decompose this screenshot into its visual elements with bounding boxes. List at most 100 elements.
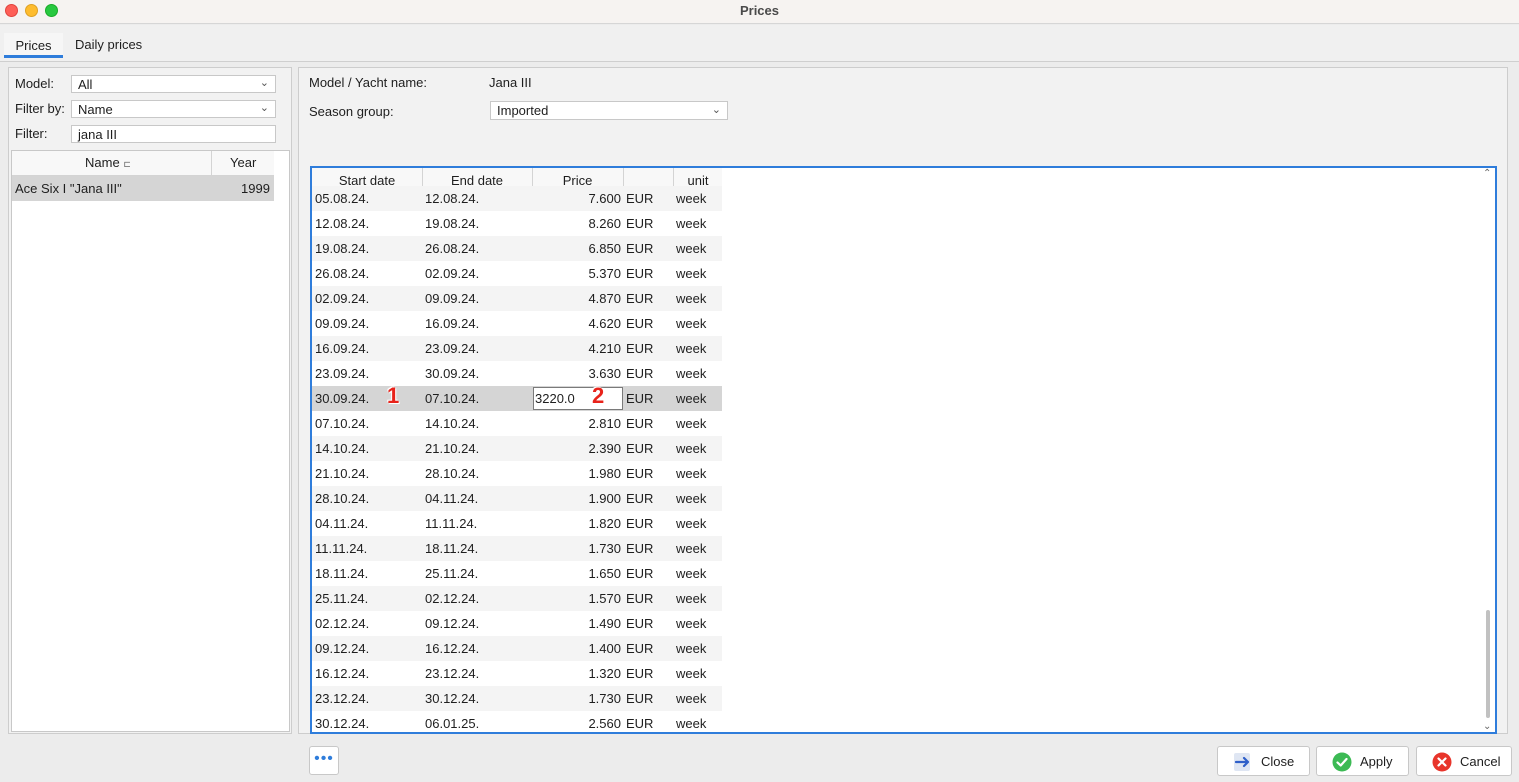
table-row[interactable]: 09.12.24. 16.12.24. 1.400 EUR week (312, 636, 722, 661)
currency-cell[interactable]: EUR (626, 316, 653, 331)
filter-by-select[interactable]: Name ⌄ (71, 100, 276, 118)
currency-cell[interactable]: EUR (626, 691, 653, 706)
start-date-cell[interactable]: 09.09.24. (315, 316, 369, 331)
end-date-cell[interactable]: 04.11.24. (425, 491, 478, 506)
season-group-select[interactable]: Imported ⌄ (490, 101, 728, 120)
unit-cell[interactable]: week (676, 341, 706, 356)
table-row[interactable]: 30.09.24. 07.10.24. 3220.0 EUR week 1 2 (312, 383, 722, 411)
price-cell[interactable]: 1.650 (534, 566, 621, 581)
scrollbar-thumb[interactable] (1486, 610, 1490, 718)
end-date-cell[interactable]: 30.09.24. (425, 366, 479, 381)
unit-cell[interactable]: week (676, 516, 706, 531)
currency-cell[interactable]: EUR (626, 266, 653, 281)
currency-cell[interactable]: EUR (626, 341, 653, 356)
currency-cell[interactable]: EUR (626, 391, 653, 406)
currency-cell[interactable]: EUR (626, 641, 653, 656)
table-row[interactable]: 23.12.24. 30.12.24. 1.730 EUR week (312, 686, 722, 711)
unit-cell[interactable]: week (676, 416, 706, 431)
unit-cell[interactable]: week (676, 591, 706, 606)
price-cell[interactable]: 5.370 (534, 266, 621, 281)
tab-daily-prices[interactable]: Daily prices (75, 37, 142, 52)
unit-cell[interactable]: week (676, 191, 706, 206)
end-date-cell[interactable]: 21.10.24. (425, 441, 479, 456)
start-date-cell[interactable]: 16.09.24. (315, 341, 369, 356)
table-row[interactable]: 21.10.24. 28.10.24. 1.980 EUR week (312, 461, 722, 486)
start-date-cell[interactable]: 02.12.24. (315, 616, 369, 631)
currency-cell[interactable]: EUR (626, 516, 653, 531)
end-date-cell[interactable]: 09.12.24. (425, 616, 479, 631)
end-date-cell[interactable]: 18.11.24. (425, 541, 478, 556)
price-cell[interactable]: 2.560 (534, 716, 621, 731)
unit-cell[interactable]: week (676, 541, 706, 556)
currency-cell[interactable]: EUR (626, 541, 653, 556)
currency-cell[interactable]: EUR (626, 491, 653, 506)
table-row[interactable]: 16.12.24. 23.12.24. 1.320 EUR week (312, 661, 722, 686)
table-row[interactable]: 16.09.24. 23.09.24. 4.210 EUR week (312, 336, 722, 361)
filter-input[interactable]: jana III (71, 125, 276, 143)
price-cell[interactable]: 1.730 (534, 691, 621, 706)
start-date-cell[interactable]: 19.08.24. (315, 241, 369, 256)
table-row[interactable]: 02.12.24. 09.12.24. 1.490 EUR week (312, 611, 722, 636)
unit-cell[interactable]: week (676, 316, 706, 331)
start-date-cell[interactable]: 28.10.24. (315, 491, 369, 506)
close-button[interactable]: Close (1217, 746, 1310, 776)
price-cell[interactable]: 1.570 (534, 591, 621, 606)
start-date-cell[interactable]: 26.08.24. (315, 266, 369, 281)
start-date-cell[interactable]: 16.12.24. (315, 666, 369, 681)
price-cell[interactable]: 4.620 (534, 316, 621, 331)
table-row[interactable]: Ace Six I "Jana III" 1999 (12, 176, 274, 201)
currency-cell[interactable]: EUR (626, 591, 653, 606)
end-date-cell[interactable]: 16.09.24. (425, 316, 479, 331)
unit-cell[interactable]: week (676, 466, 706, 481)
currency-cell[interactable]: EUR (626, 466, 653, 481)
currency-cell[interactable]: EUR (626, 241, 653, 256)
table-row[interactable]: 14.10.24. 21.10.24. 2.390 EUR week (312, 436, 722, 461)
price-cell[interactable]: 7.600 (534, 191, 621, 206)
currency-cell[interactable]: EUR (626, 366, 653, 381)
currency-cell[interactable]: EUR (626, 716, 653, 731)
unit-cell[interactable]: week (676, 691, 706, 706)
unit-cell[interactable]: week (676, 391, 706, 406)
start-date-cell[interactable]: 23.12.24. (315, 691, 369, 706)
table-row[interactable]: 04.11.24. 11.11.24. 1.820 EUR week (312, 511, 722, 536)
price-cell[interactable]: 4.870 (534, 291, 621, 306)
end-date-cell[interactable]: 23.12.24. (425, 666, 479, 681)
end-date-cell[interactable]: 14.10.24. (425, 416, 479, 431)
table-row[interactable]: 30.12.24. 06.01.25. 2.560 EUR week (312, 711, 722, 732)
start-date-cell[interactable]: 21.10.24. (315, 466, 369, 481)
price-cell[interactable]: 1.980 (534, 466, 621, 481)
start-date-cell[interactable]: 23.09.24. (315, 366, 369, 381)
unit-cell[interactable]: week (676, 716, 706, 731)
start-date-cell[interactable]: 09.12.24. (315, 641, 369, 656)
unit-cell[interactable]: week (676, 266, 706, 281)
vertical-scrollbar[interactable]: ⌃ ⌄ (1483, 168, 1493, 732)
table-row[interactable]: 23.09.24. 30.09.24. 3.630 EUR week (312, 361, 722, 386)
price-cell[interactable]: 1.320 (534, 666, 621, 681)
end-date-cell[interactable]: 16.12.24. (425, 641, 479, 656)
start-date-cell[interactable]: 11.11.24. (315, 541, 367, 556)
unit-cell[interactable]: week (676, 366, 706, 381)
unit-cell[interactable]: week (676, 441, 706, 456)
cancel-button[interactable]: Cancel (1416, 746, 1512, 776)
tab-prices[interactable]: Prices (4, 33, 63, 58)
scroll-up-icon[interactable]: ⌃ (1483, 168, 1491, 179)
scroll-down-icon[interactable]: ⌄ (1483, 721, 1491, 732)
apply-button[interactable]: Apply (1316, 746, 1409, 776)
currency-cell[interactable]: EUR (626, 216, 653, 231)
price-cell[interactable]: 8.260 (534, 216, 621, 231)
start-date-cell[interactable]: 30.12.24. (315, 716, 369, 731)
start-date-cell[interactable]: 25.11.24. (315, 591, 368, 606)
table-row[interactable]: 12.08.24. 19.08.24. 8.260 EUR week (312, 211, 722, 236)
end-date-cell[interactable]: 23.09.24. (425, 341, 479, 356)
end-date-cell[interactable]: 28.10.24. (425, 466, 479, 481)
end-date-cell[interactable]: 30.12.24. (425, 691, 479, 706)
price-cell[interactable]: 4.210 (534, 341, 621, 356)
price-cell[interactable]: 1.730 (534, 541, 621, 556)
currency-cell[interactable]: EUR (626, 191, 653, 206)
table-row[interactable]: 05.08.24. 12.08.24. 7.600 EUR week (312, 186, 722, 211)
price-cell[interactable]: 2.810 (534, 416, 621, 431)
end-date-cell[interactable]: 07.10.24. (425, 391, 479, 406)
table-row[interactable]: 19.08.24. 26.08.24. 6.850 EUR week (312, 236, 722, 261)
end-date-cell[interactable]: 06.01.25. (425, 716, 479, 731)
unit-cell[interactable]: week (676, 616, 706, 631)
